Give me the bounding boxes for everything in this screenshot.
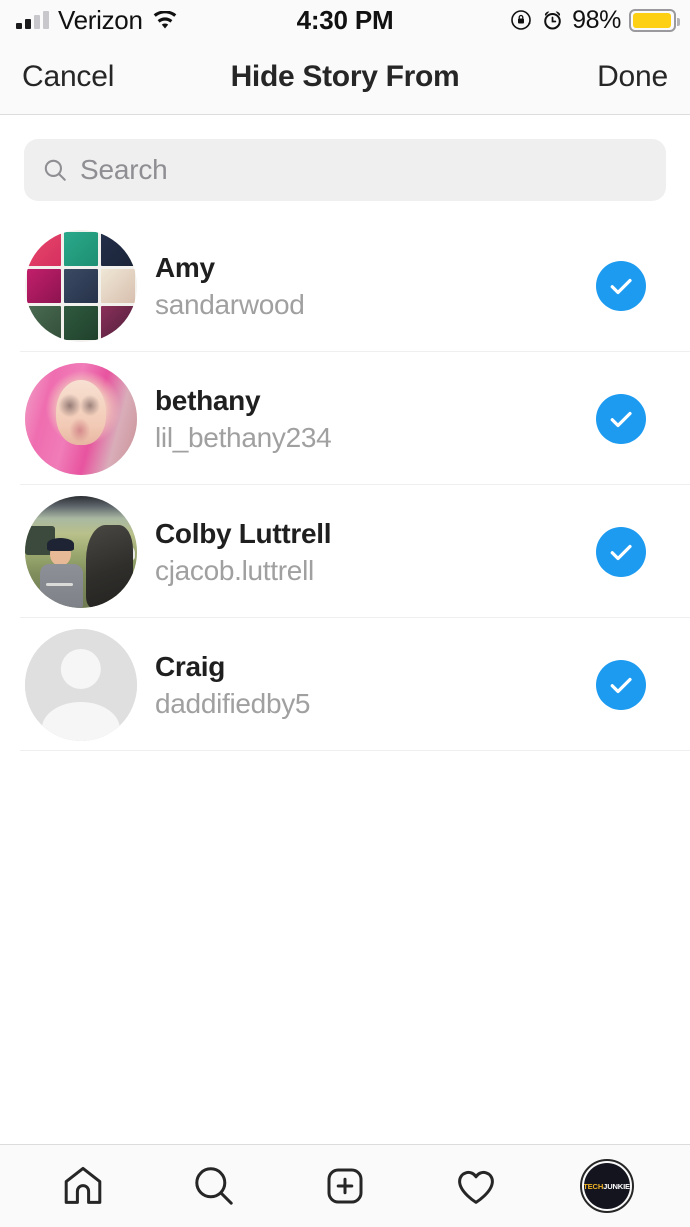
check-icon — [610, 677, 632, 693]
table-row[interactable]: bethany lil_bethany234 — [0, 352, 690, 485]
avatar — [25, 628, 137, 741]
add-post-icon — [327, 1168, 363, 1204]
tab-activity[interactable] — [441, 1156, 511, 1216]
outdoor-avatar-image — [25, 495, 137, 608]
phone-screen: Verizon 4:30 PM 98% Cancel Hide Story Fr… — [0, 0, 690, 1227]
table-row[interactable]: Craig daddifiedby5 — [0, 618, 690, 751]
check-icon — [610, 411, 632, 427]
tab-search[interactable] — [179, 1156, 249, 1216]
battery-fill — [633, 12, 672, 28]
wifi-icon — [153, 10, 176, 29]
search-input[interactable]: Search — [24, 139, 666, 201]
table-row[interactable]: Colby Luttrell cjacob.luttrell — [0, 485, 690, 618]
cancel-button[interactable]: Cancel — [22, 60, 114, 94]
tab-profile[interactable]: TECHJUNKIE — [572, 1156, 642, 1216]
user-handle: daddifiedby5 — [155, 687, 311, 719]
user-info: Colby Luttrell cjacob.luttrell — [155, 516, 596, 588]
check-icon — [610, 544, 632, 560]
user-name: Craig — [155, 650, 226, 682]
heart-icon — [457, 1170, 494, 1204]
search-placeholder: Search — [80, 154, 168, 185]
user-name: Colby Luttrell — [155, 517, 332, 549]
search-section: Search — [0, 115, 690, 219]
profile-avatar-icon: TECHJUNKIE — [579, 1159, 634, 1213]
avatar — [25, 229, 137, 342]
user-info: bethany lil_bethany234 — [155, 383, 596, 455]
tab-home[interactable] — [48, 1156, 118, 1216]
search-icon — [44, 159, 66, 181]
signal-bars-icon — [16, 10, 49, 29]
home-icon — [65, 1166, 102, 1204]
tab-bar: TECHJUNKIE — [0, 1144, 690, 1227]
status-bar-right: 98% — [509, 5, 680, 35]
navigation-bar: Cancel Hide Story From Done — [0, 40, 690, 115]
user-info: Amy sandarwood — [155, 250, 596, 322]
user-info: Craig daddifiedby5 — [155, 649, 596, 721]
profile-logo: TECHJUNKIE — [584, 1182, 630, 1191]
selected-checkmark[interactable] — [596, 659, 646, 710]
selfie-avatar-image — [25, 362, 137, 475]
carrier-label: Verizon — [58, 4, 143, 35]
check-icon — [610, 278, 632, 294]
alarm-clock-icon — [544, 11, 561, 30]
profile-avatar-image: TECHJUNKIE — [583, 1163, 630, 1209]
default-avatar-icon — [25, 628, 137, 741]
battery-icon — [629, 8, 680, 32]
user-list: Amy sandarwood bethany lil_bethany234 Co… — [0, 219, 690, 1144]
table-row[interactable]: Amy sandarwood — [0, 219, 690, 352]
user-name: Amy — [155, 251, 215, 283]
tab-add-post[interactable] — [310, 1156, 380, 1216]
status-bar: Verizon 4:30 PM 98% — [0, 0, 690, 40]
user-handle: cjacob.luttrell — [155, 554, 314, 586]
selected-checkmark[interactable] — [596, 393, 646, 444]
user-name: bethany — [155, 384, 261, 416]
done-button[interactable]: Done — [597, 60, 668, 94]
logo-text-part1: TECH — [583, 1181, 604, 1191]
logo-text-part2: JUNKIE — [603, 1181, 630, 1191]
battery-percent-label: 98% — [572, 5, 621, 34]
user-handle: sandarwood — [155, 288, 305, 320]
avatar — [25, 495, 137, 608]
user-handle: lil_bethany234 — [155, 421, 332, 453]
search-icon — [195, 1167, 233, 1205]
selected-checkmark[interactable] — [596, 260, 646, 311]
avatar — [25, 362, 137, 475]
rotation-lock-icon — [511, 10, 531, 30]
selected-checkmark[interactable] — [596, 526, 646, 577]
status-bar-left: Verizon — [16, 5, 178, 36]
collage-avatar-image — [25, 229, 137, 342]
